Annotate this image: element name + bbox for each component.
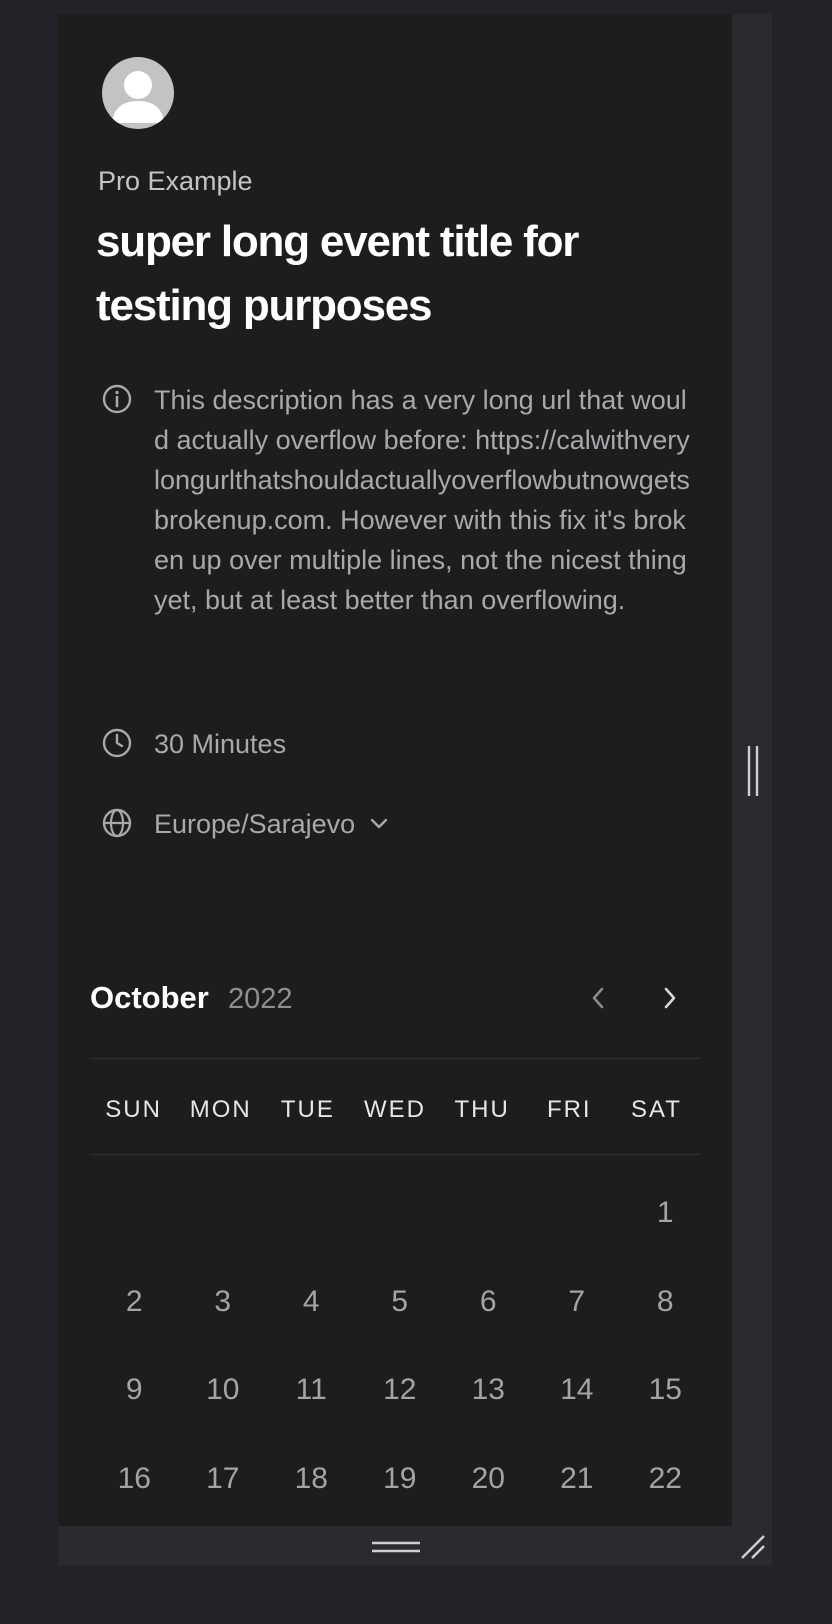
- resize-grip-icon[interactable]: [738, 1532, 768, 1562]
- timezone-row[interactable]: Europe/Sarajevo: [100, 804, 389, 844]
- calendar-day[interactable]: 3: [179, 1271, 268, 1360]
- calendar-day[interactable]: 7: [533, 1271, 622, 1360]
- calendar-day[interactable]: 15: [621, 1359, 710, 1448]
- calendar-divider-bottom: [90, 1154, 700, 1155]
- calendar-day[interactable]: 2: [90, 1271, 179, 1360]
- calendar-day[interactable]: 22: [621, 1448, 710, 1527]
- weekday-label: SAT: [630, 1096, 682, 1123]
- timezone-select[interactable]: Europe/Sarajevo: [154, 804, 389, 844]
- weekday-label: THU: [454, 1096, 510, 1123]
- calendar-day[interactable]: 8: [621, 1271, 710, 1360]
- event-title: super long event title for testing purpo…: [96, 217, 579, 330]
- calendar-day[interactable]: 16: [90, 1448, 179, 1527]
- duration-row: 30 Minutes: [100, 724, 286, 764]
- event-description: This description has a very long url tha…: [154, 385, 690, 615]
- chevron-left-icon: [592, 987, 604, 1009]
- calendar-day[interactable]: 20: [444, 1448, 533, 1527]
- event-duration: 30 Minutes: [154, 729, 287, 759]
- weekday-header: SUN MON TUE WED THU FRI SAT: [90, 1096, 700, 1124]
- timezone-value: Europe/Sarajevo: [154, 809, 356, 839]
- weekday-label: WED: [363, 1096, 426, 1123]
- next-month-button[interactable]: [648, 976, 692, 1020]
- calendar-day[interactable]: 10: [179, 1359, 268, 1448]
- month-header: October 2022: [90, 974, 700, 1034]
- calendar-day[interactable]: 18: [267, 1448, 356, 1527]
- chevron-down-icon: [370, 818, 388, 829]
- calendar-day[interactable]: 9: [90, 1359, 179, 1448]
- calendar-day[interactable]: 17: [179, 1448, 268, 1527]
- organizer-name: Pro Example: [98, 166, 253, 196]
- calendar-day[interactable]: 5: [356, 1271, 445, 1360]
- user-icon: [112, 71, 164, 123]
- year: 2022: [228, 983, 293, 1015]
- calendar-day[interactable]: 14: [533, 1359, 622, 1448]
- side-resize-handle[interactable]: [746, 744, 760, 798]
- calendar-divider-top: [90, 1058, 700, 1059]
- calendar-day[interactable]: 12: [356, 1359, 445, 1448]
- clock-icon: [102, 728, 132, 758]
- calendar-days-grid: 1 2 3 4 5 6 7 8 9 10 11 12 13 14 15 16 17 18 19 20 21 22: [90, 1182, 710, 1526]
- avatar: [102, 57, 174, 129]
- calendar-day[interactable]: 13: [444, 1359, 533, 1448]
- calendar-day[interactable]: 21: [533, 1448, 622, 1527]
- month-name: October: [90, 980, 209, 1015]
- chevron-right-icon: [664, 987, 676, 1009]
- calendar-day[interactable]: 4: [267, 1271, 356, 1360]
- calendar-day[interactable]: 6: [444, 1271, 533, 1360]
- weekday-label: FRI: [546, 1096, 592, 1123]
- weekday-label: SUN: [105, 1096, 162, 1123]
- info-icon: [102, 384, 132, 414]
- booking-panel: Pro Example super long event title for t…: [58, 14, 732, 1526]
- previous-month-button[interactable]: [576, 976, 620, 1020]
- globe-icon: [102, 808, 132, 838]
- calendar-day[interactable]: 11: [267, 1359, 356, 1448]
- description-row: This description has a very long url tha…: [100, 380, 694, 620]
- calendar-day[interactable]: 19: [356, 1448, 445, 1527]
- calendar-day[interactable]: 1: [621, 1182, 710, 1271]
- bottom-resize-handle[interactable]: [370, 1540, 422, 1554]
- weekday-label: TUE: [280, 1096, 335, 1123]
- weekday-label: MON: [189, 1096, 252, 1123]
